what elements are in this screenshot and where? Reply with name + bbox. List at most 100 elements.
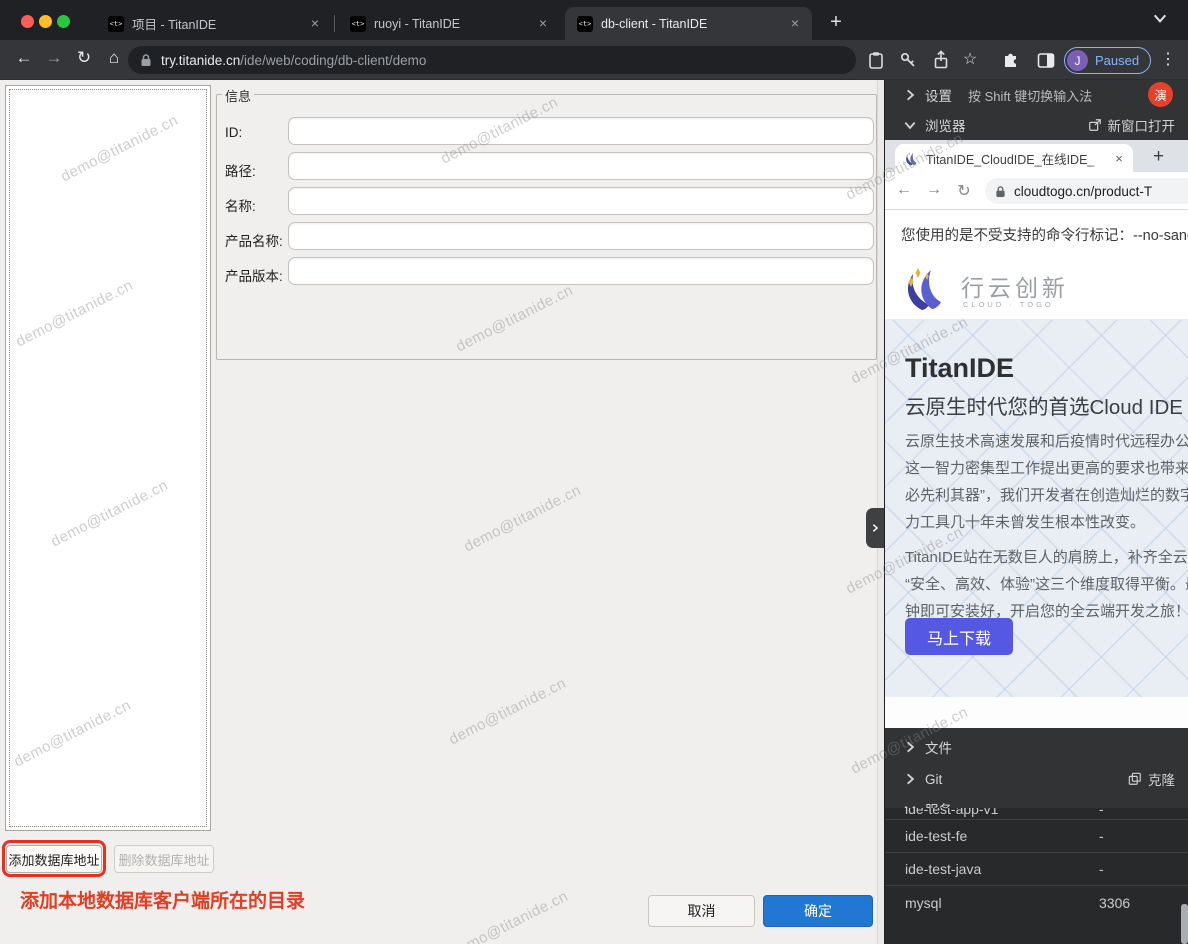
service-port: - — [1099, 808, 1188, 817]
settings-label: 设置 — [925, 85, 952, 105]
browser-section-row[interactable]: 浏览器 新窗口打开 — [885, 110, 1188, 140]
side-panel: 设置 按 Shift 键切换输入法 演 浏览器 新窗口打开 TitanIDE_C… — [884, 80, 1188, 944]
tab-title: 项目 - TitanIDE — [132, 14, 298, 33]
clipboard-icon[interactable] — [866, 50, 886, 70]
field-label-product-version: 产品版本: — [225, 265, 283, 285]
preview-url-row: ← → ↻ cloudtogo.cn/product-T — [885, 172, 1188, 210]
input-method-hint: 按 Shift 键切换输入法 — [968, 86, 1092, 105]
extensions-puzzle-icon[interactable] — [1001, 50, 1021, 70]
preview-tab-strip: TitanIDE_CloudIDE_在线IDE_ × + — [885, 140, 1188, 172]
preview-tab[interactable]: TitanIDE_CloudIDE_在线IDE_ × — [895, 144, 1133, 172]
expand-panel-handle[interactable] — [866, 508, 884, 548]
download-now-button[interactable]: 马上下载 — [905, 618, 1013, 655]
field-label-id: ID: — [225, 125, 242, 140]
password-key-icon[interactable] — [898, 50, 918, 70]
service-name: mysql — [905, 895, 1099, 911]
groupbox-legend: 信息 — [222, 86, 254, 105]
back-icon[interactable]: ← — [12, 48, 36, 68]
tab-search-chevron-icon[interactable] — [1152, 10, 1168, 26]
chevron-right-icon — [903, 772, 917, 786]
product-version-field[interactable] — [288, 257, 874, 285]
service-row[interactable]: ide-test-fe - — [885, 820, 1188, 853]
forward-icon[interactable]: → — [42, 48, 66, 68]
minimize-window-button[interactable] — [39, 15, 52, 28]
address-bar[interactable]: try.titanide.cn/ide/web/coding/db-client… — [128, 46, 856, 74]
reload-icon[interactable]: ↻ — [72, 48, 96, 68]
new-tab-button[interactable]: + — [1153, 146, 1164, 168]
close-tab-icon[interactable]: × — [534, 15, 552, 33]
preview-tab-title: TitanIDE_CloudIDE_在线IDE_ — [926, 149, 1107, 168]
field-label-product-name: 产品名称: — [225, 230, 283, 250]
brand-name: 行云创新 — [961, 269, 1069, 303]
name-field[interactable] — [288, 187, 874, 215]
chrome-menu-icon[interactable]: ⋮ — [1160, 49, 1176, 69]
forward-icon[interactable]: → — [923, 181, 945, 199]
ok-button[interactable]: 确定 — [763, 895, 873, 927]
brand-subtitle: CLOUD · TOGO — [963, 300, 1054, 309]
field-label-name: 名称: — [225, 195, 256, 215]
service-row[interactable]: ide-test-app-v1 - — [885, 808, 1188, 820]
tab-title: db-client - TitanIDE — [601, 17, 778, 31]
close-tab-icon[interactable]: × — [786, 15, 804, 33]
browser-label: 浏览器 — [925, 115, 966, 135]
database-address-list[interactable] — [5, 85, 211, 831]
url-path: /ide/web/coding/db-client/demo — [240, 53, 426, 68]
tab-separator — [334, 15, 335, 32]
settings-section-row[interactable]: 设置 按 Shift 键切换输入法 演 — [885, 80, 1188, 110]
annotation-text: 添加本地数据库客户端所在的目录 — [20, 886, 305, 913]
close-window-button[interactable] — [21, 15, 34, 28]
landing-paragraph-2: TitanIDE站在无数巨人的肩膀上，补齐全云端 “安全、高效、体验”这三个维度… — [905, 544, 1188, 625]
id-field[interactable] — [288, 117, 874, 145]
tab-project[interactable]: <t> 项目 - TitanIDE × — [96, 7, 332, 40]
git-label: Git — [925, 772, 942, 787]
landing-heading: TitanIDE — [905, 353, 1014, 384]
home-icon[interactable]: ⌂ — [102, 48, 126, 68]
browser-toolbar: ← → ↻ ⌂ try.titanide.cn/ide/web/coding/d… — [0, 40, 1188, 80]
landing-paragraph-1: 云原生技术高速发展和后疫情时代远程办公等 这一智力密集型工作提出更高的要求也带来… — [905, 428, 1188, 536]
files-label: 文件 — [925, 737, 952, 757]
clone-icon — [1128, 772, 1142, 786]
files-section-row[interactable]: 文件 — [885, 732, 1188, 762]
browser-tab-bar: <t> 项目 - TitanIDE × <t> ruoyi - TitanIDE… — [0, 0, 1188, 40]
tab-ruoyi[interactable]: <t> ruoyi - TitanIDE × — [338, 7, 560, 40]
close-tab-icon[interactable]: × — [1111, 151, 1127, 166]
service-port: - — [1099, 828, 1188, 844]
info-groupbox: 信息 ID: 路径: 名称: 产品名称: 产品版本: — [216, 94, 877, 360]
tab-db-client-active[interactable]: <t> db-client - TitanIDE × — [565, 7, 812, 40]
reload-icon[interactable]: ↻ — [953, 181, 975, 201]
content-footer-strip — [885, 697, 1188, 728]
close-tab-icon[interactable]: × — [306, 15, 324, 33]
lock-icon — [140, 53, 152, 67]
zoom-window-button[interactable] — [57, 15, 70, 28]
preview-url-text: cloudtogo.cn/product-T — [1014, 184, 1152, 199]
open-new-window-button[interactable]: 新窗口打开 — [1088, 115, 1176, 135]
back-icon[interactable]: ← — [893, 181, 915, 199]
db-client-dialog: 信息 ID: 路径: 名称: 产品名称: 产品版本: 添加数据库地址 删除数据库… — [0, 80, 884, 944]
service-name: ide-test-fe — [905, 828, 1099, 844]
lock-icon — [995, 185, 1006, 198]
cloudtogo-logo-icon — [901, 264, 949, 312]
brand-header: 行云创新 CLOUD · TOGO — [885, 257, 1188, 320]
demo-badge[interactable]: 演 — [1148, 82, 1173, 107]
field-label-path: 路径: — [225, 160, 256, 180]
service-row[interactable]: mysql 3306 — [885, 886, 1188, 919]
share-icon[interactable] — [931, 50, 951, 70]
embedded-browser-preview: TitanIDE_CloudIDE_在线IDE_ × + ← → ↻ cloud… — [885, 140, 1188, 728]
path-field[interactable] — [288, 152, 874, 180]
side-panel-icon[interactable] — [1036, 50, 1056, 70]
preview-address-bar[interactable]: cloudtogo.cn/product-T — [985, 178, 1188, 204]
scrollbar-thumb[interactable] — [1181, 904, 1188, 944]
profile-paused-button[interactable]: J Paused — [1064, 47, 1151, 74]
cancel-button[interactable]: 取消 — [648, 895, 755, 927]
annotation-highlight-box — [2, 840, 106, 877]
clone-label: 克隆 — [1148, 769, 1175, 789]
bookmark-star-icon[interactable]: ☆ — [958, 49, 982, 69]
product-name-field[interactable] — [288, 222, 874, 250]
landing-content: TitanIDE 云原生时代您的首选Cloud IDE 云原生技术高速发展和后疫… — [885, 320, 1188, 697]
chevron-right-icon — [903, 88, 917, 102]
git-section-row[interactable]: Git 克隆 — [885, 764, 1188, 794]
delete-database-address-button: 删除数据库地址 — [114, 845, 214, 873]
new-tab-button[interactable]: + — [822, 9, 850, 37]
service-row[interactable]: ide-test-java - — [885, 853, 1188, 886]
clone-button[interactable]: 克隆 — [1128, 769, 1175, 789]
